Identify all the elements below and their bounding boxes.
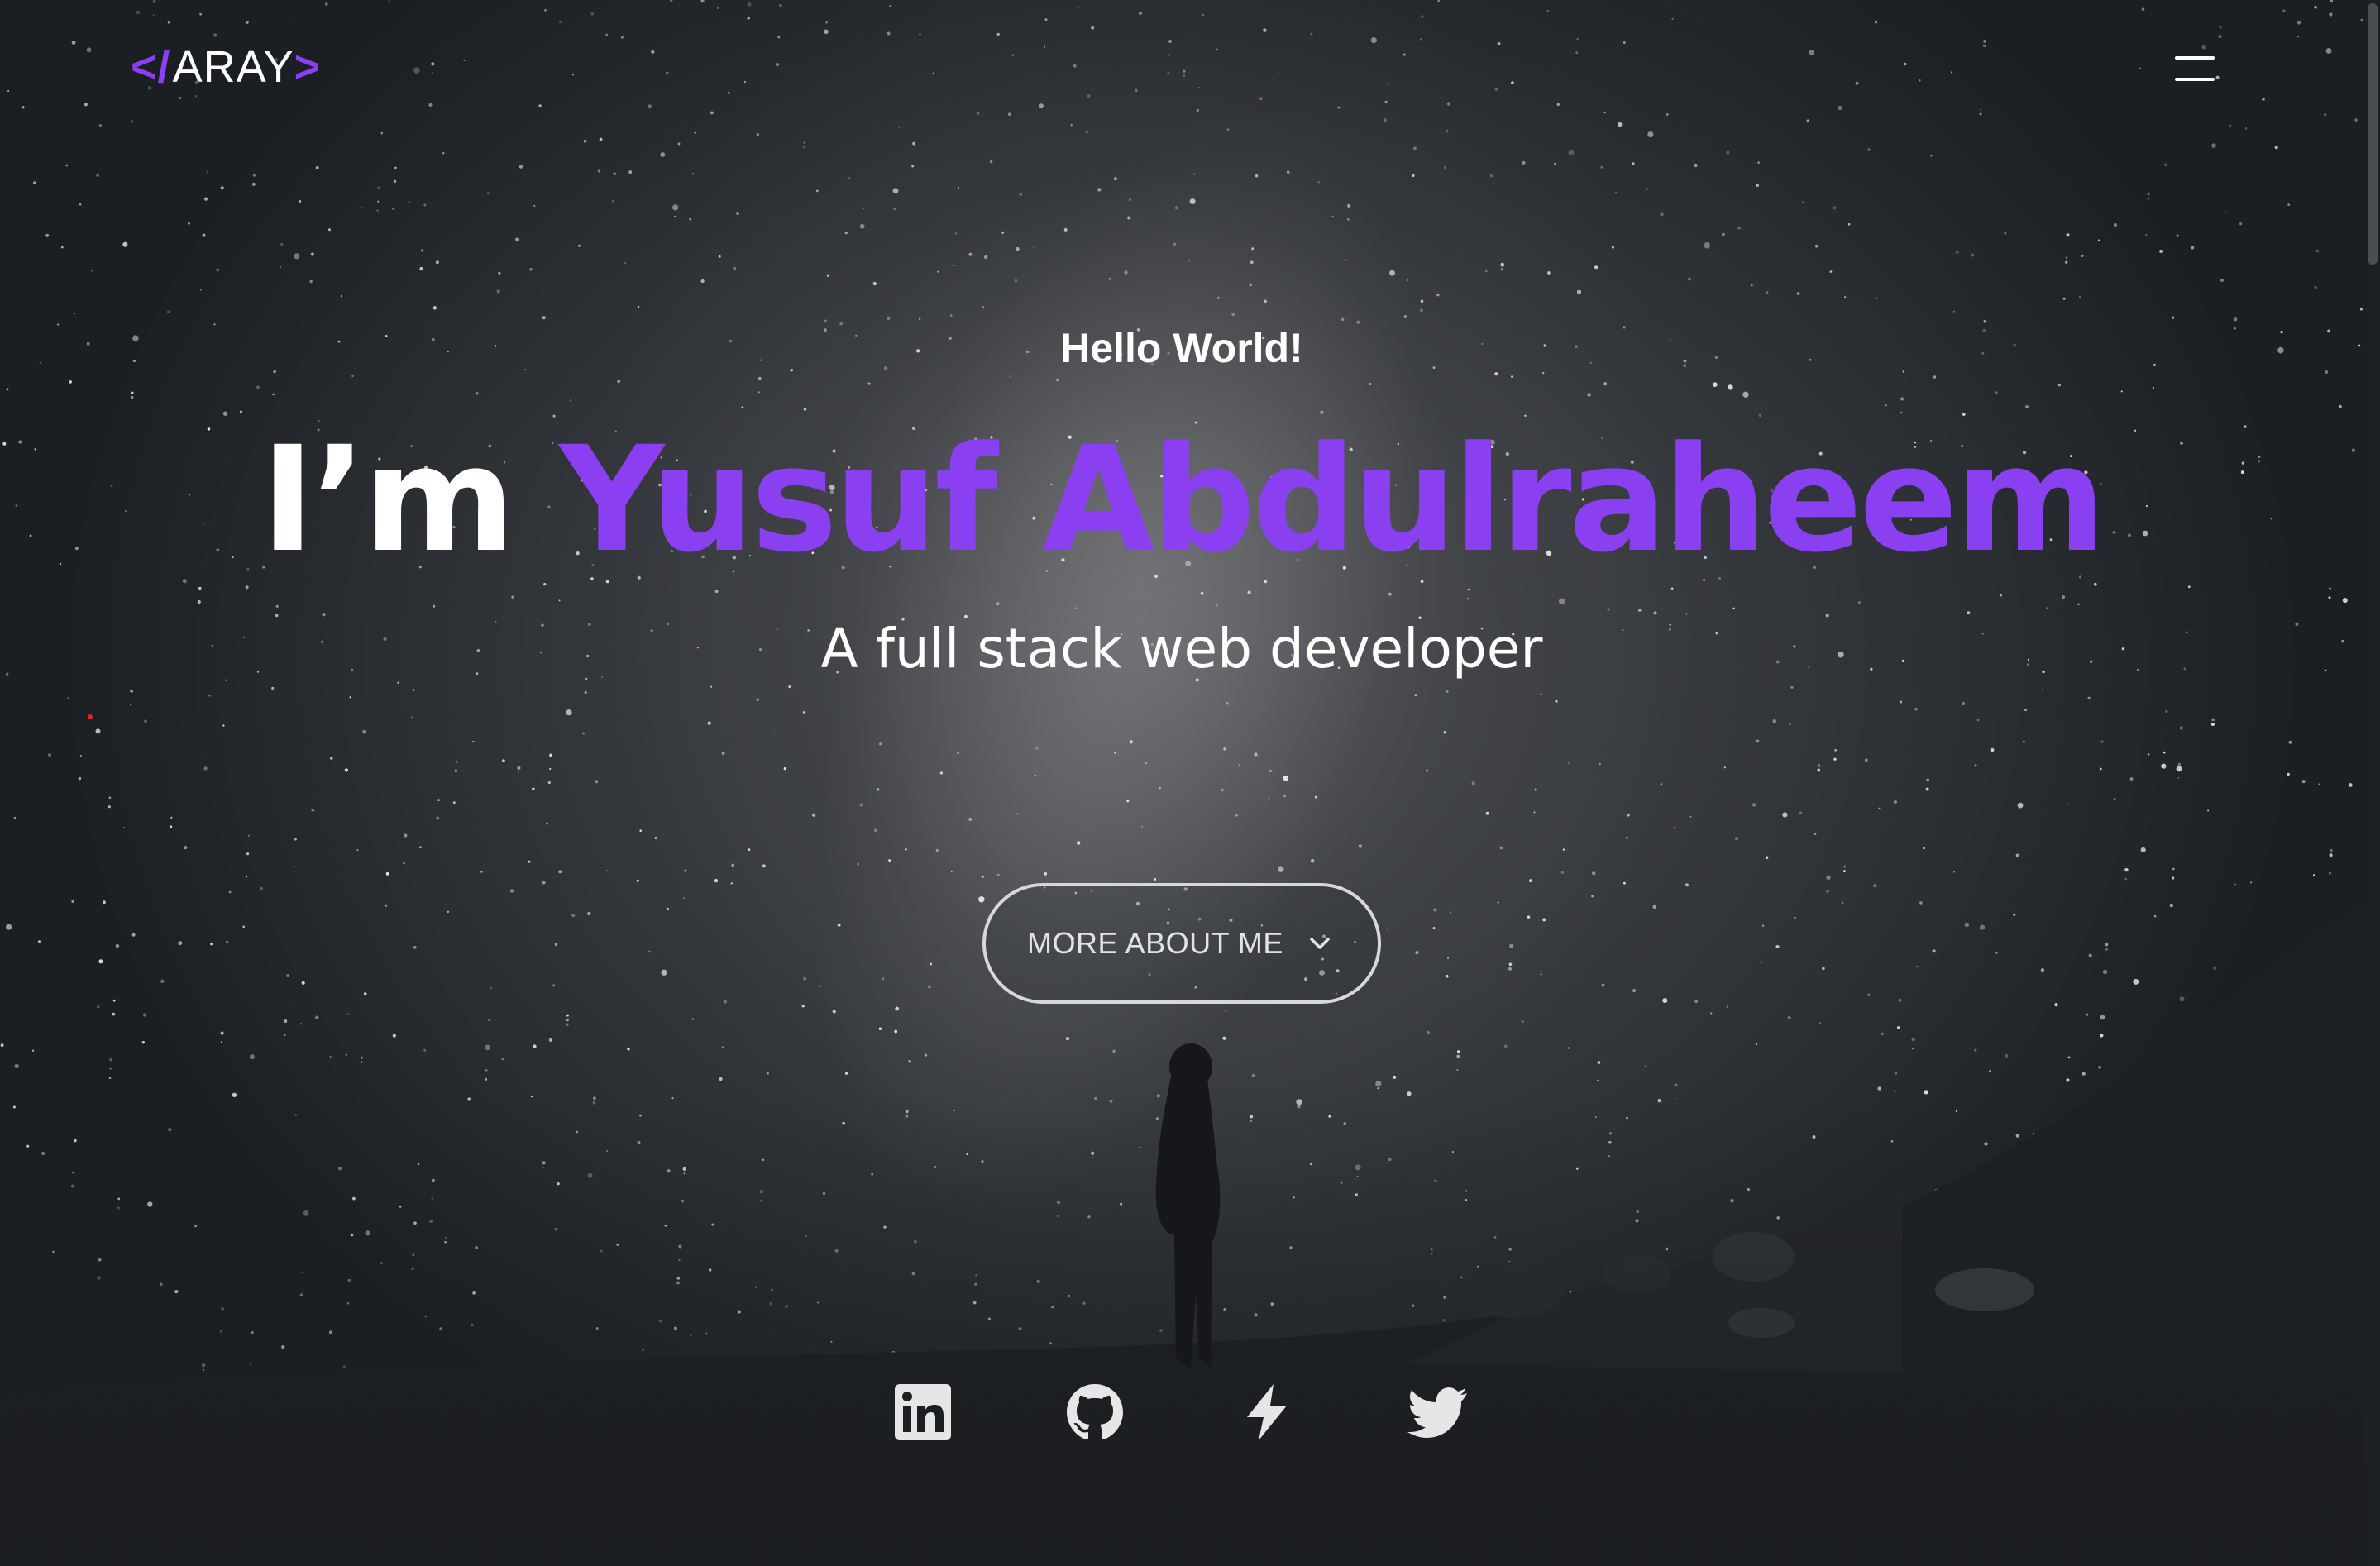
headline-name: Yusuf Abdulraheem: [559, 415, 2106, 585]
cursor-dot: [88, 714, 93, 719]
logo-close-bracket: >: [294, 42, 322, 92]
hero-tagline: A full stack web developer: [820, 617, 1543, 680]
github-icon: [1067, 1384, 1123, 1439]
person-silhouette: [1155, 1043, 1221, 1368]
linkedin-icon: [895, 1384, 951, 1440]
site-logo[interactable]: < / ARAY >: [131, 40, 321, 94]
logo-open-bracket: <: [131, 42, 158, 92]
logo-slash: /: [157, 42, 171, 92]
hamburger-menu-icon[interactable]: [2167, 50, 2218, 91]
headline-intro: I’m: [260, 415, 515, 585]
greeting-text: Hello World!: [1060, 325, 1303, 371]
lightning-link[interactable]: [1235, 1381, 1298, 1444]
menu-line-top: [2175, 56, 2215, 60]
chevron-down-icon: [1310, 938, 1330, 949]
twitter-icon: [1407, 1387, 1467, 1438]
lightning-bolt-icon: [1247, 1384, 1287, 1440]
menu-line-bottom: [2175, 78, 2215, 81]
logo-text: ARAY: [172, 42, 294, 92]
hero-background: [0, 0, 2380, 1566]
more-about-me-label: MORE ABOUT ME: [1027, 926, 1283, 960]
hero-headline: I’m Yusuf Abdulraheem: [0, 413, 2363, 587]
github-link[interactable]: [1063, 1381, 1126, 1444]
linkedin-link[interactable]: [891, 1381, 954, 1444]
more-about-me-button[interactable]: MORE ABOUT ME: [982, 883, 1381, 1004]
scrollbar-thumb[interactable]: [2368, 3, 2378, 265]
twitter-link[interactable]: [1407, 1381, 1470, 1444]
